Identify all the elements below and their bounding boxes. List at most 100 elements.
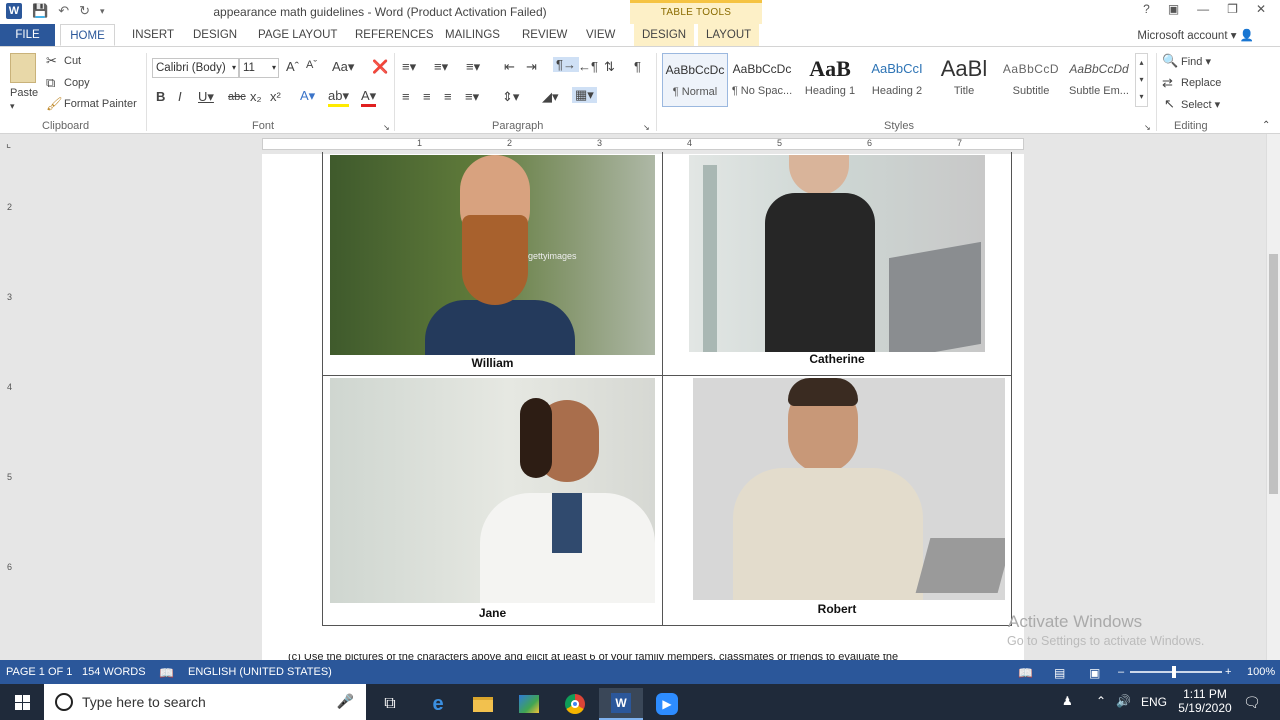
select-icon[interactable]: ↖	[1164, 96, 1175, 112]
highlight-icon[interactable]: ab▾	[328, 88, 349, 107]
shrink-font-icon[interactable]: Aˇ	[306, 59, 317, 71]
style-heading-1[interactable]: AaB Heading 1	[797, 53, 863, 107]
borders-icon[interactable]: ▦▾	[572, 87, 597, 103]
paste-button[interactable]: Paste	[10, 87, 38, 99]
taskbar-search[interactable]: Type here to search 🎤	[44, 684, 366, 720]
style-heading-2[interactable]: AaBbCcI Heading 2	[864, 53, 930, 107]
find-icon[interactable]: 🔍	[1162, 53, 1178, 69]
zoom-slider[interactable]	[1130, 671, 1222, 673]
table-cell-robert[interactable]: Robert	[662, 375, 1012, 626]
styles-dialog-launcher-icon[interactable]: ↘	[1144, 123, 1151, 132]
tab-home[interactable]: HOME	[60, 24, 115, 46]
bold-icon[interactable]: B	[156, 89, 165, 104]
account-menu[interactable]: Microsoft account ▾ 👤	[1137, 28, 1254, 42]
find-button[interactable]: Find ▾	[1181, 55, 1211, 68]
font-size-combo[interactable]: 11 ▾	[239, 58, 279, 78]
zoom-in-icon[interactable]: +	[1225, 666, 1231, 678]
format-painter-icon[interactable]: 🖌	[46, 96, 63, 112]
subscript-icon[interactable]: x₂	[250, 89, 262, 104]
style-no-spacing[interactable]: AaBbCcDc ¶ No Spac...	[729, 53, 795, 107]
underline-icon[interactable]: U▾	[198, 89, 214, 105]
ltr-icon[interactable]: ¶→	[553, 57, 579, 72]
zoom-level[interactable]: 100%	[1247, 666, 1275, 678]
volume-icon[interactable]: 🔊	[1116, 694, 1131, 708]
input-language[interactable]: ENG	[1141, 695, 1167, 709]
replace-button[interactable]: Replace	[1181, 77, 1221, 89]
cut-icon[interactable]: ✂	[46, 53, 57, 69]
strikethrough-icon[interactable]: abc	[228, 91, 246, 103]
language-status[interactable]: ENGLISH (UNITED STATES)	[188, 666, 332, 678]
style-subtitle[interactable]: AaBbCcD Subtitle	[998, 53, 1064, 107]
zoom-app-icon[interactable]: ▶	[645, 688, 689, 720]
file-explorer-icon[interactable]	[461, 688, 505, 720]
paragraph-dialog-launcher-icon[interactable]: ↘	[643, 123, 650, 132]
collapse-ribbon-icon[interactable]: ⌃	[1262, 120, 1270, 131]
zoom-out-icon[interactable]: –	[1118, 666, 1124, 678]
notifications-icon[interactable]: 🗨	[1243, 694, 1261, 711]
cut-button[interactable]: Cut	[64, 55, 81, 67]
decrease-indent-icon[interactable]: ⇤	[504, 59, 515, 75]
restore-button[interactable]: ❐	[1227, 2, 1238, 16]
microphone-icon[interactable]: 🎤	[337, 693, 354, 710]
rtl-icon[interactable]: ←¶	[578, 59, 598, 74]
tab-design[interactable]: DESIGN	[185, 24, 245, 46]
align-right-icon[interactable]: ≡	[444, 89, 452, 104]
style-subtle-emphasis[interactable]: AaBbCcDd Subtle Em...	[1066, 53, 1132, 107]
line-spacing-icon[interactable]: ⇕▾	[502, 89, 519, 105]
photos-app-icon[interactable]	[507, 688, 551, 720]
align-left-icon[interactable]: ≡	[402, 89, 410, 104]
chrome-icon[interactable]	[553, 688, 597, 720]
tab-insert[interactable]: INSERT	[124, 24, 182, 46]
shading-icon[interactable]: ◢▾	[542, 89, 559, 105]
align-center-icon[interactable]: ≡	[423, 89, 431, 104]
tab-mailings[interactable]: MAILINGS	[437, 24, 508, 46]
change-case-icon[interactable]: Aa▾	[332, 59, 354, 75]
zoom-slider-thumb[interactable]	[1172, 666, 1176, 678]
copy-icon[interactable]: ⧉	[46, 75, 55, 91]
web-layout-icon[interactable]: ▣	[1089, 666, 1100, 680]
sort-icon[interactable]: ⇅	[604, 59, 615, 75]
italic-icon[interactable]: I	[178, 89, 182, 104]
tab-file[interactable]: FILE	[0, 24, 55, 46]
minimize-button[interactable]: —	[1197, 2, 1209, 16]
ribbon-display-icon[interactable]: ▣	[1168, 2, 1179, 16]
tab-table-layout[interactable]: LAYOUT	[698, 24, 760, 46]
style-title[interactable]: AaBl Title	[931, 53, 997, 107]
paste-icon[interactable]	[10, 53, 36, 83]
tab-selector-icon[interactable]: ⌞	[6, 137, 11, 150]
tab-review[interactable]: REVIEW	[514, 24, 575, 46]
clock[interactable]: 1:11 PM 5/19/2020	[1174, 687, 1236, 715]
edge-icon[interactable]: e	[416, 688, 460, 720]
tab-view[interactable]: VIEW	[578, 24, 623, 46]
document-page[interactable]: gettyimages William Catherine Jane Rober…	[262, 152, 1024, 660]
superscript-icon[interactable]: x²	[270, 89, 281, 104]
windows-start-icon[interactable]	[0, 686, 44, 718]
grow-font-icon[interactable]: Aˆ	[286, 59, 299, 74]
read-mode-icon[interactable]: 📖	[1018, 666, 1033, 680]
justify-icon[interactable]: ≡▾	[465, 89, 479, 105]
people-icon[interactable]: ♟	[1062, 694, 1073, 708]
proofing-icon[interactable]: 📖	[159, 666, 174, 680]
replace-icon[interactable]: ⇄	[1162, 75, 1173, 91]
clear-formatting-icon[interactable]: ❌	[372, 59, 388, 75]
scrollbar-thumb[interactable]	[1269, 254, 1278, 494]
task-view-icon[interactable]: ⧉	[368, 688, 412, 720]
show-formatting-icon[interactable]: ¶	[634, 59, 641, 74]
style-normal[interactable]: AaBbCcDc ¶ Normal	[662, 53, 728, 107]
copy-button[interactable]: Copy	[64, 77, 90, 89]
table-cell-william[interactable]: gettyimages William	[322, 152, 663, 376]
show-hidden-icons[interactable]: ⌃	[1096, 694, 1106, 708]
word-count[interactable]: 154 WORDS	[82, 666, 146, 678]
table-cell-jane[interactable]: Jane	[322, 375, 663, 626]
font-color-icon[interactable]: A▾	[361, 88, 377, 107]
bullets-icon[interactable]: ≡▾	[402, 59, 416, 75]
multilevel-list-icon[interactable]: ≡▾	[466, 59, 480, 75]
print-layout-icon[interactable]: ▤	[1054, 666, 1065, 680]
page-count[interactable]: PAGE 1 OF 1	[6, 666, 72, 678]
text-effects-icon[interactable]: A▾	[300, 88, 315, 104]
increase-indent-icon[interactable]: ⇥	[526, 59, 537, 75]
font-family-combo[interactable]: Calibri (Body) ▾	[152, 58, 239, 78]
numbering-icon[interactable]: ≡▾	[434, 59, 448, 75]
font-dialog-launcher-icon[interactable]: ↘	[383, 123, 390, 132]
vertical-scrollbar[interactable]	[1266, 134, 1280, 660]
